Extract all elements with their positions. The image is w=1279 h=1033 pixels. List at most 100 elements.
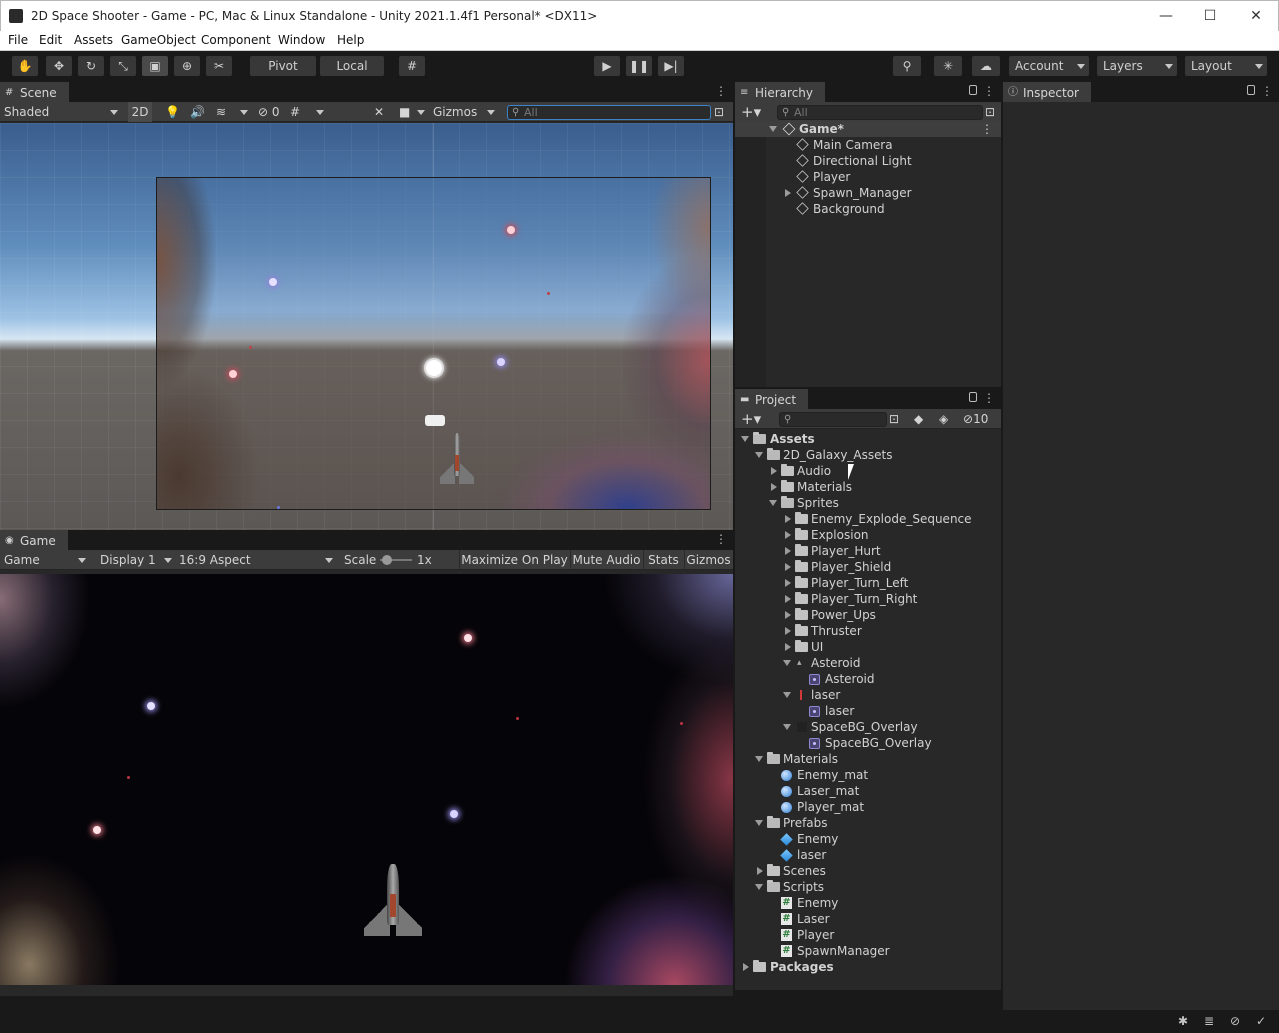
panel-menu-icon[interactable]: ⋮ [983,84,995,98]
display-dropdown[interactable]: Display 1 [100,550,176,570]
tools-icon[interactable]: ✕ [374,102,390,122]
hierarchy-item[interactable]: Background [735,201,1001,217]
menu-window[interactable]: Window [278,33,325,47]
cache-server-icon[interactable]: ≣ [1204,1014,1214,1028]
foldout-open-icon[interactable] [755,820,763,826]
project-folder-galaxy[interactable]: 2D_Galaxy_Assets [735,447,1001,463]
project-folder-sprite-sub[interactable]: Explosion [735,527,1001,543]
panel-menu-icon[interactable]: ⋮ [983,391,995,405]
layout-dropdown[interactable]: Layout [1185,56,1267,76]
project-folder-sprite-sub[interactable]: Enemy_Explode_Sequence [735,511,1001,527]
menu-assets[interactable]: Assets [74,33,113,47]
foldout-open-icon[interactable] [741,436,749,442]
play-button-icon[interactable]: ▶ [594,56,620,76]
panel-menu-icon[interactable]: ⋮ [715,532,727,546]
project-prefab[interactable]: Enemy [735,831,1001,847]
tab-scene[interactable]: # Scene [0,82,69,102]
maximize-on-play-toggle[interactable]: Maximize On Play [459,550,569,570]
project-material[interactable]: Laser_mat [735,783,1001,799]
project-folder-sprite-sub[interactable]: Player_Turn_Right [735,591,1001,607]
project-folder-audio[interactable]: Audio [735,463,1001,479]
filter-by-label-icon[interactable]: ◈ [939,409,953,429]
lock-icon[interactable] [969,392,977,402]
search-filter-icon[interactable]: ⊡ [714,102,728,122]
foldout-open-icon[interactable] [783,660,791,666]
project-script[interactable]: # SpawnManager [735,943,1001,959]
scene-viewport[interactable] [0,123,733,530]
mute-audio-toggle[interactable]: Mute Audio [570,550,642,570]
hidden-objects-toggle[interactable]: ⊘ 0 [258,102,288,122]
foldout-closed-icon[interactable] [785,189,791,197]
project-folder-sprite-sub[interactable]: Player_Turn_Left [735,575,1001,591]
pause-button-icon[interactable]: ❚❚ [626,56,652,76]
camera-icon[interactable]: ■ [399,102,429,122]
menu-file[interactable]: File [8,33,28,47]
project-script[interactable]: # Player [735,927,1001,943]
close-button[interactable]: ✕ [1244,5,1268,27]
search-icon[interactable]: ⚲ [893,56,921,76]
gizmos-dropdown[interactable]: Gizmos [433,102,499,122]
game-view-dropdown[interactable]: Game [4,550,90,570]
add-icon[interactable]: +▾ [741,102,767,122]
grid-visibility-icon[interactable]: # [290,102,328,122]
auto-generate-lighting-icon[interactable]: ⊘ [1230,1014,1240,1028]
project-sprite-asteroid[interactable]: Asteroid [735,671,1001,687]
shading-mode-dropdown[interactable]: Shaded [4,102,122,122]
hierarchy-item[interactable]: Directional Light [735,153,1001,169]
foldout-open-icon[interactable] [783,692,791,698]
player-ship-sprite[interactable] [440,433,474,487]
menu-component[interactable]: Component [201,33,271,47]
foldout-open-icon[interactable] [783,724,791,730]
hierarchy-item[interactable]: Spawn_Manager [735,185,1001,201]
project-material[interactable]: Enemy_mat [735,767,1001,783]
foldout-open-icon[interactable] [755,452,763,458]
tab-game[interactable]: ◉ Game [0,530,68,550]
camera-gizmo-icon[interactable] [425,415,445,426]
custom-tool-icon[interactable]: ✂ [206,56,232,76]
lock-icon[interactable] [1247,85,1255,95]
project-sprite-spacebg[interactable]: SpaceBG_Overlay [735,735,1001,751]
pivot-toggle[interactable]: Pivot [250,56,316,76]
foldout-closed-icon[interactable] [785,579,791,587]
foldout-open-icon[interactable] [755,756,763,762]
foldout-closed-icon[interactable] [785,515,791,523]
tab-project[interactable]: ▬ Project [735,389,809,409]
foldout-open-icon[interactable] [769,500,777,506]
transform-tool-icon[interactable]: ⊕ [174,56,200,76]
project-texture-asteroid[interactable]: ▴ Asteroid [735,655,1001,671]
foldout-closed-icon[interactable] [771,467,777,475]
audio-icon[interactable]: 🔊 [190,102,205,122]
grid-snap-icon[interactable]: # [399,56,425,76]
project-folder-scenes[interactable]: Scenes [735,863,1001,879]
account-dropdown[interactable]: Account [1009,56,1089,76]
foldout-open-icon[interactable] [769,126,777,132]
rect-tool-icon[interactable]: ▣ [142,56,168,76]
project-folder-materials[interactable]: Materials [735,751,1001,767]
panel-menu-icon[interactable]: ⋮ [715,84,727,98]
hand-tool-icon[interactable]: ✋ [12,56,38,76]
lock-icon[interactable] [969,85,977,95]
foldout-closed-icon[interactable] [743,963,749,971]
project-texture-laser[interactable]: laser [735,687,1001,703]
hierarchy-scene-row[interactable]: Game* ⋮ [735,121,1001,137]
menu-edit[interactable]: Edit [39,33,62,47]
collab-icon[interactable]: ✳ [934,56,962,76]
layers-dropdown[interactable]: Layers [1097,56,1177,76]
project-folder-sprite-sub[interactable]: Power_Ups [735,607,1001,623]
project-search-input[interactable] [779,412,887,427]
2d-toggle[interactable]: 2D [128,102,152,122]
project-sprite-laser[interactable]: laser [735,703,1001,719]
panel-menu-icon[interactable]: ⋮ [1261,84,1273,98]
search-filter-icon[interactable]: ⊡ [889,409,903,429]
tab-hierarchy[interactable]: ≡ Hierarchy [735,82,826,102]
add-icon[interactable]: +▾ [741,409,767,429]
project-folder-assets[interactable]: Assets [735,431,1001,447]
project-texture-spacebg[interactable]: SpaceBG_Overlay [735,719,1001,735]
effects-icon[interactable]: ≋ [216,102,252,122]
project-folder-sprite-sub[interactable]: Player_Shield [735,559,1001,575]
directional-light-icon[interactable] [426,360,442,376]
move-tool-icon[interactable]: ✥ [46,56,72,76]
stats-toggle[interactable]: Stats [643,550,683,570]
foldout-closed-icon[interactable] [785,563,791,571]
local-toggle[interactable]: Local [320,56,384,76]
